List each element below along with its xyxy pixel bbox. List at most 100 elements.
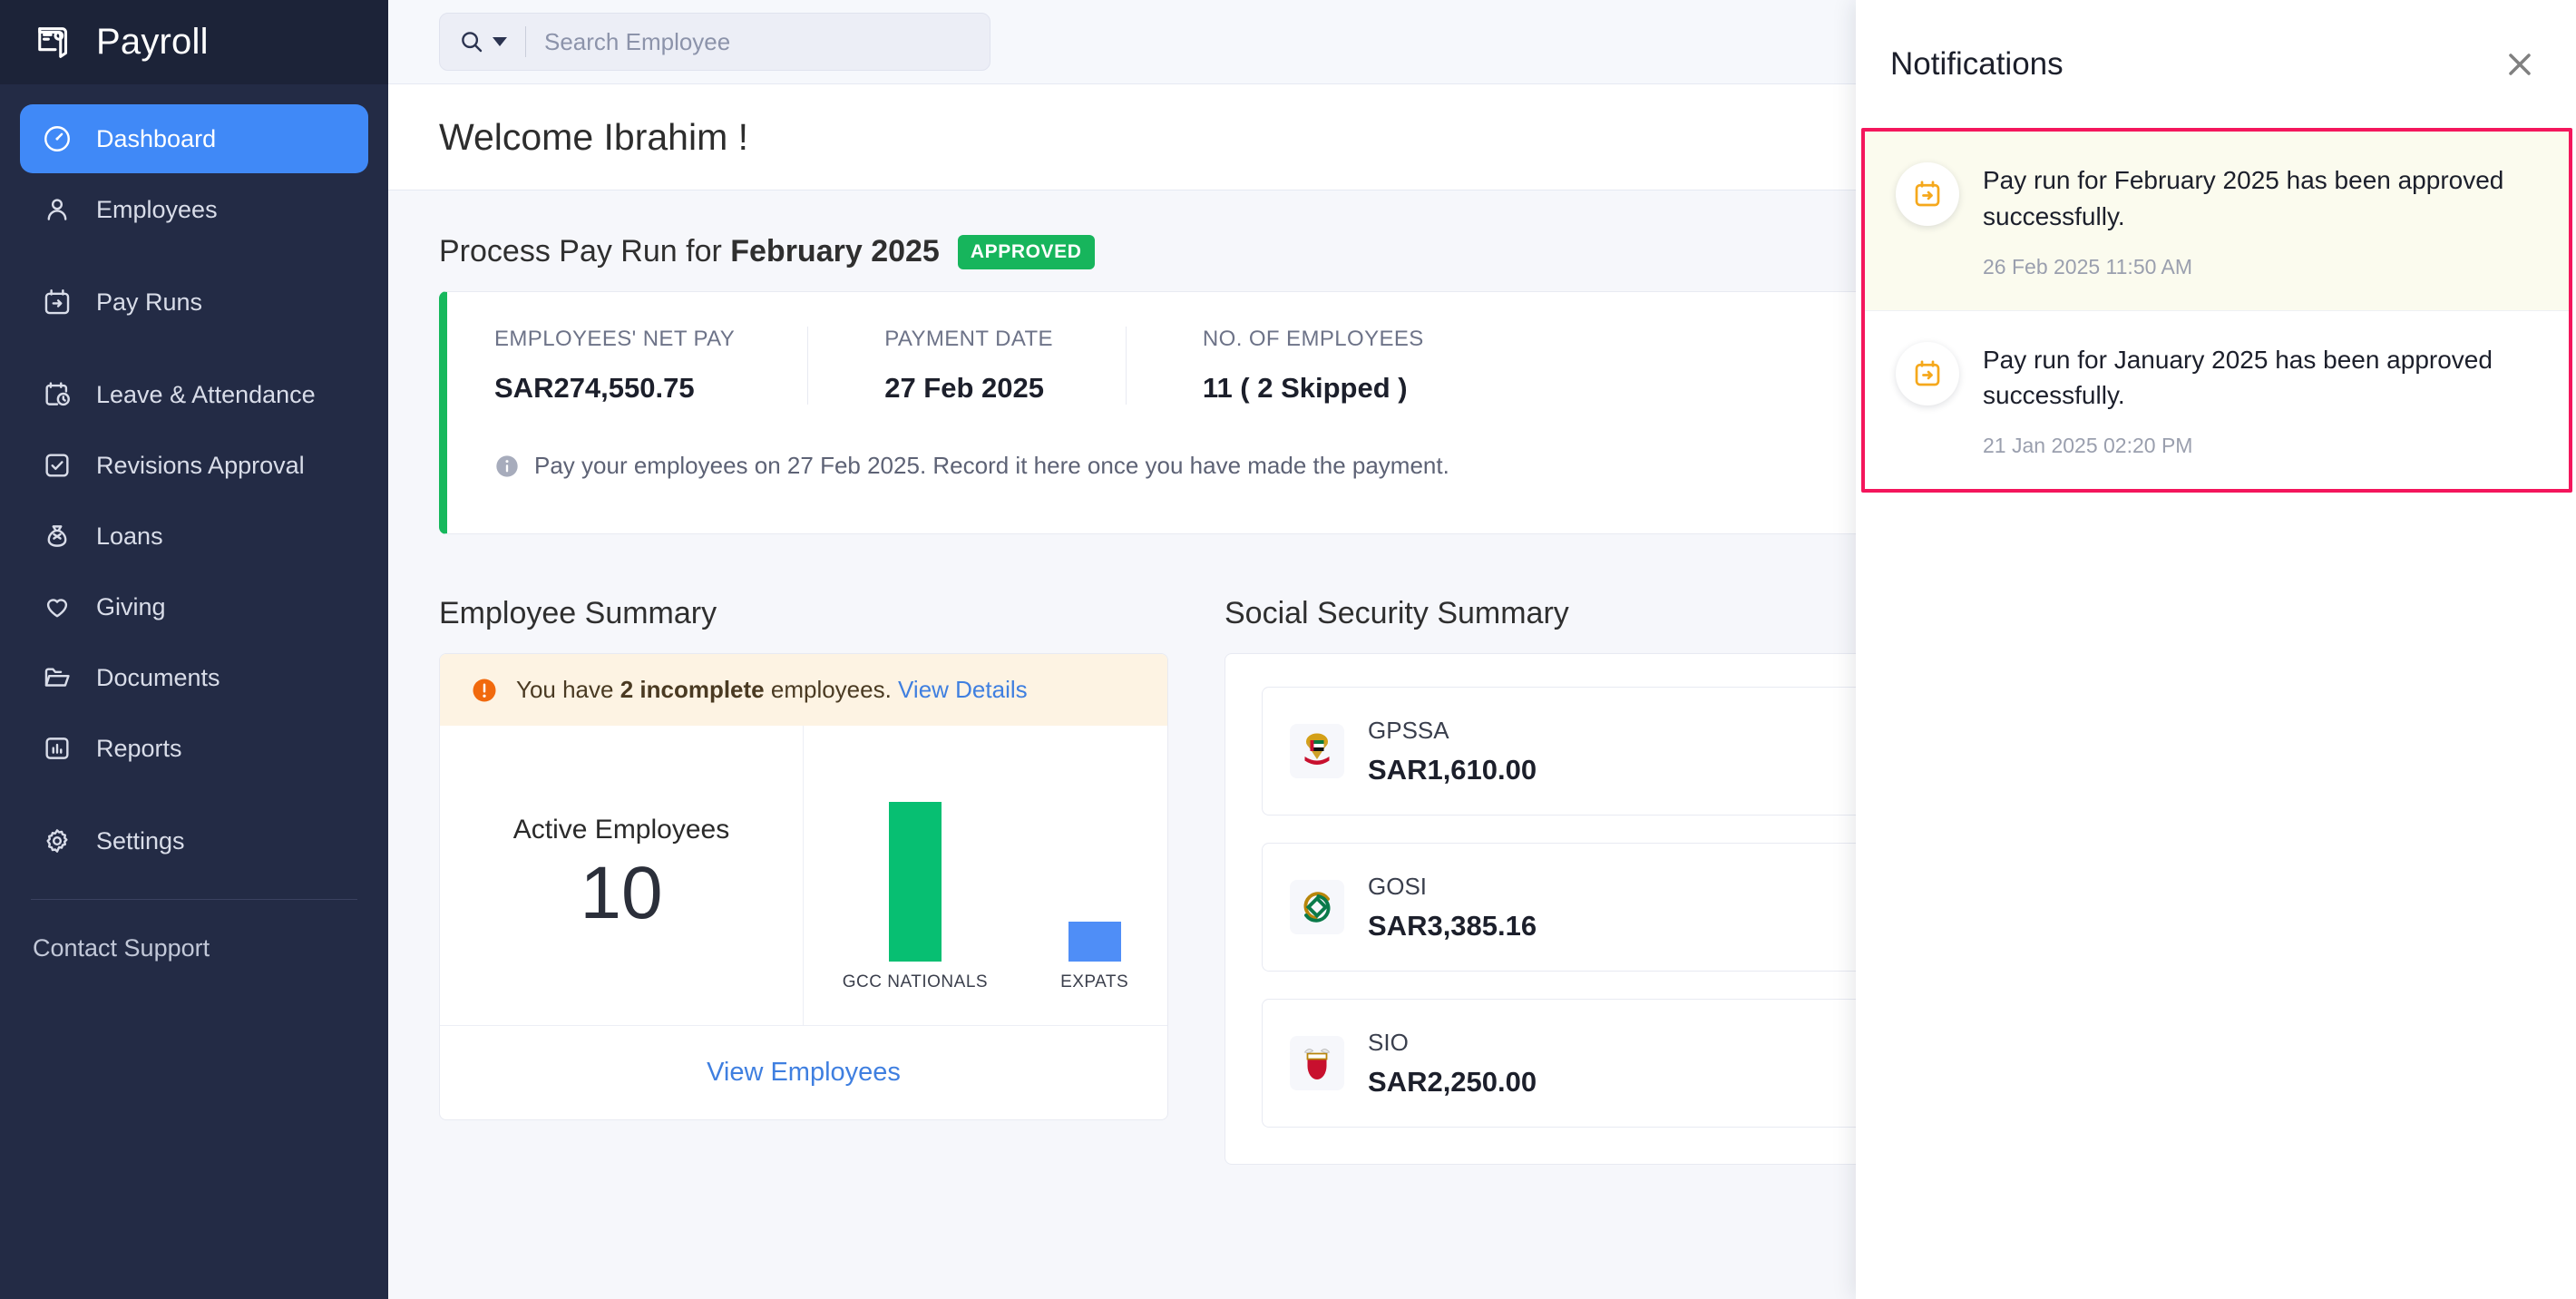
sidebar-item-label: Documents	[96, 663, 220, 691]
user-icon	[42, 194, 73, 225]
view-employees-link[interactable]: View Employees	[707, 1058, 901, 1088]
sidebar-item-dashboard[interactable]: Dashboard	[20, 104, 368, 173]
sidebar-item-label: Revisions Approval	[96, 451, 305, 479]
search-scope-chevron-down-icon[interactable]	[493, 37, 507, 46]
sidebar-item-giving[interactable]: Giving	[20, 572, 368, 641]
search-input[interactable]: Search Employee	[544, 28, 730, 56]
sidebar-item-label: Employees	[96, 195, 218, 223]
notification-time: 21 Jan 2025 02:20 PM	[1983, 434, 2193, 457]
page-title: Welcome Ibrahim !	[439, 115, 749, 158]
search-divider	[525, 26, 526, 57]
sidebar-item-label: Leave & Attendance	[96, 380, 316, 408]
stat-value: SAR274,550.75	[494, 372, 695, 404]
alert-count: 2 incomplete	[620, 676, 765, 703]
calendar-arrow-icon	[1896, 341, 1959, 405]
notification-content: Pay run for January 2025 has been approv…	[1983, 342, 2529, 459]
search-box[interactable]: Search Employee	[439, 13, 990, 71]
view-details-link[interactable]: View Details	[898, 676, 1028, 703]
employee-summary-card: You have 2 incomplete employees. View De…	[439, 653, 1168, 1120]
info-icon	[494, 454, 520, 479]
payrun-heading-text: Process Pay Run for February 2025	[439, 234, 940, 269]
bar	[888, 802, 942, 962]
notifications-list: Pay run for February 2025 has been appro…	[1861, 128, 2572, 493]
sidebar-item-label: Giving	[96, 592, 166, 620]
payroll-card-icon	[34, 22, 76, 63]
sidebar: Payroll Dashboard Employees Pay Runs Lea…	[0, 0, 388, 1299]
payroll-app: Payroll Dashboard Employees Pay Runs Lea…	[0, 0, 2576, 1299]
scheme-name: GPSSA	[1368, 716, 1449, 744]
notification-text: Pay run for February 2025 has been appro…	[1983, 166, 2504, 230]
list-item-content: GPSSA SAR1,610.00	[1368, 717, 1537, 786]
contact-support-link[interactable]: Contact Support	[0, 900, 388, 962]
stat-label: NO. OF EMPLOYEES	[1202, 327, 1424, 351]
folder-icon	[42, 662, 73, 693]
sidebar-item-leave-attendance[interactable]: Leave & Attendance	[20, 360, 368, 429]
gear-icon	[42, 825, 73, 856]
sidebar-item-label: Reports	[96, 734, 182, 762]
sidebar-item-settings[interactable]: Settings	[20, 806, 368, 875]
stat-value: 11 ( 2 Skipped )	[1202, 372, 1408, 404]
active-employees-label: Active Employees	[512, 815, 730, 845]
sidebar-item-pay-runs[interactable]: Pay Runs	[20, 268, 368, 337]
scheme-name: SIO	[1368, 1028, 1409, 1056]
list-item[interactable]: Pay run for February 2025 has been appro…	[1865, 132, 2569, 311]
sidebar-item-revisions-approval[interactable]: Revisions Approval	[20, 431, 368, 500]
employee-summary-section: Employee Summary You have 2 incomplete e…	[439, 596, 1168, 1165]
scheme-amount: SAR1,610.00	[1368, 753, 1537, 786]
stat-net-pay: EMPLOYEES' NET PAY SAR274,550.75	[494, 327, 807, 405]
stat-no-of-employees: NO. OF EMPLOYEES 11 ( 2 Skipped )	[1125, 327, 1497, 405]
sidebar-item-employees[interactable]: Employees	[20, 175, 368, 244]
list-item-content: GOSI SAR3,385.16	[1368, 873, 1537, 943]
alert-text: You have 2 incomplete employees. View De…	[516, 676, 1028, 703]
sidebar-item-label: Pay Runs	[96, 288, 203, 316]
sidebar-item-label: Dashboard	[96, 124, 217, 152]
heart-icon	[42, 591, 73, 622]
notifications-panel: Notifications Pay run for February 2025 …	[1856, 0, 2576, 1299]
bar-label: EXPATS	[1060, 972, 1129, 991]
stat-value: 27 Feb 2025	[884, 372, 1044, 404]
list-item[interactable]: Pay run for January 2025 has been approv…	[1865, 311, 2569, 490]
gauge-icon	[42, 123, 73, 154]
bar	[1068, 922, 1121, 962]
scheme-amount: SAR3,385.16	[1368, 909, 1537, 942]
bar-chart: GCC NATIONALS EXPATS	[804, 775, 1167, 992]
sidebar-item-label: Settings	[96, 826, 185, 855]
money-bag-icon	[42, 521, 73, 552]
bahrain-emblem-icon	[1290, 1036, 1344, 1090]
sidebar-item-reports[interactable]: Reports	[20, 714, 368, 783]
sidebar-nav: Dashboard Employees Pay Runs Leave & Att…	[0, 84, 388, 875]
stat-label: EMPLOYEES' NET PAY	[494, 327, 736, 351]
bar-group-expats: EXPATS	[1060, 922, 1128, 992]
calendar-arrow-icon	[42, 287, 73, 317]
brand[interactable]: Payroll	[0, 0, 388, 84]
status-badge: APPROVED	[957, 234, 1095, 269]
bar-chart-icon	[42, 733, 73, 764]
uae-emblem-icon	[1290, 724, 1344, 778]
notification-text: Pay run for January 2025 has been approv…	[1983, 345, 2493, 410]
sidebar-item-documents[interactable]: Documents	[20, 643, 368, 712]
warning-icon	[471, 677, 498, 704]
payrun-note-text: Pay your employees on 27 Feb 2025. Recor…	[534, 452, 1449, 479]
calendar-arrow-icon	[1896, 162, 1959, 226]
employee-summary-footer: View Employees	[440, 1025, 1167, 1119]
notification-time: 26 Feb 2025 11:50 AM	[1983, 254, 2193, 278]
bar-label: GCC NATIONALS	[842, 972, 989, 991]
gosi-logo-icon	[1290, 880, 1344, 934]
notifications-header: Notifications	[1856, 0, 2576, 128]
active-employees-stat: Active Employees 10	[440, 726, 804, 1025]
sidebar-item-label: Loans	[96, 522, 163, 550]
employee-summary-body: Active Employees 10 GCC NATIONALS EXPATS	[440, 726, 1167, 1025]
brand-title: Payroll	[96, 22, 209, 62]
employee-type-chart: GCC NATIONALS EXPATS	[804, 726, 1167, 1025]
sidebar-item-loans[interactable]: Loans	[20, 502, 368, 571]
incomplete-employees-alert: You have 2 incomplete employees. View De…	[440, 654, 1167, 726]
check-square-icon	[42, 450, 73, 481]
active-employees-count: 10	[580, 852, 663, 934]
stat-label: PAYMENT DATE	[884, 327, 1053, 351]
main-area: Search Employee Zylker KSA Z	[388, 0, 2576, 1299]
calendar-clock-icon	[42, 379, 73, 410]
close-icon[interactable]	[2502, 46, 2538, 83]
